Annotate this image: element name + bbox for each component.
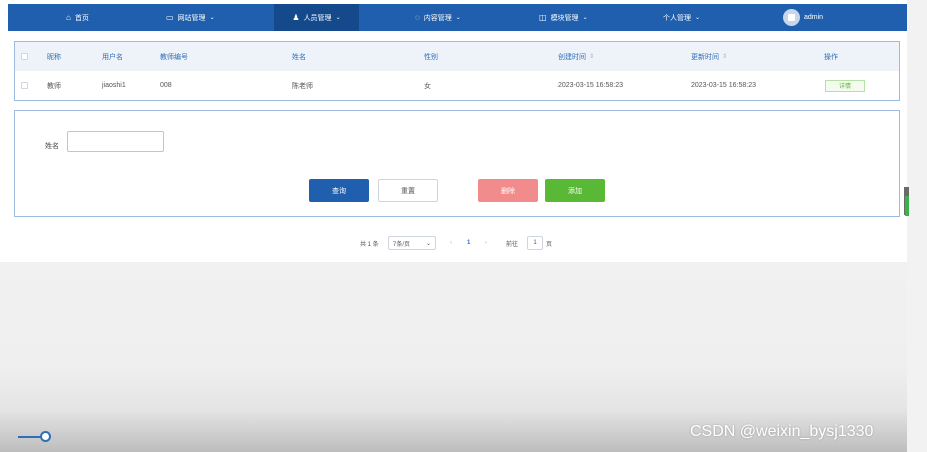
row-checkbox[interactable] — [21, 71, 28, 100]
column-header: 昵称 — [47, 53, 61, 61]
nav-item-label: 模块管理 — [550, 14, 579, 22]
slider-handle[interactable] — [40, 431, 51, 442]
nav-item-label: 人员管理 — [303, 14, 332, 22]
column-header: 姓名 — [292, 53, 306, 61]
sort-icon: ⇕ — [722, 54, 728, 60]
scroll-indicator — [905, 196, 909, 216]
avatar-image-icon — [788, 14, 795, 21]
cell-username: jiaoshi1 — [102, 82, 126, 89]
nav-item-website[interactable]: ▭ 网站管理 ⌄ — [166, 4, 215, 31]
nav-item-content[interactable]: ◌ 内容管理 ⌄ — [415, 4, 461, 31]
page-number-current[interactable]: 1 — [467, 236, 470, 250]
user-icon: ♟ — [292, 13, 300, 22]
column-header-sortable[interactable]: 更新时间 ⇕ — [691, 42, 727, 71]
goto-label: 前往 — [506, 241, 519, 248]
table-header: 昵称 用户名 教师编号 姓名 性别 创建时间 ⇕ 更新时间 ⇕ 操作 — [15, 42, 899, 71]
name-field-label: 姓名 — [45, 143, 59, 150]
monitor-icon: ▭ — [166, 13, 174, 22]
checkbox-icon — [21, 53, 28, 60]
cell-created: 2023-03-15 16:58:23 — [558, 82, 623, 89]
cell-nickname: 教师 — [47, 82, 61, 90]
next-page-button[interactable]: › — [485, 236, 487, 250]
reset-button[interactable]: 重置 — [378, 179, 438, 202]
search-form: 姓名 查询 重置 删除 添加 — [14, 110, 900, 217]
chevron-down-icon: ⌄ — [335, 15, 341, 21]
checkbox-icon — [21, 82, 28, 89]
watermark: CSDN @weixin_bysj1330 — [690, 423, 874, 440]
chevron-down-icon: ⌄ — [455, 15, 461, 21]
nav-item-personnel[interactable]: ♟ 人员管理 ⌄ — [274, 4, 359, 31]
select-all-checkbox[interactable] — [21, 42, 28, 71]
sort-icon: ⇕ — [589, 54, 595, 60]
column-header: 教师编号 — [160, 53, 188, 61]
add-button[interactable]: 添加 — [545, 179, 605, 202]
nav-item-label: 首页 — [74, 14, 89, 22]
chevron-down-icon: ⌄ — [695, 15, 701, 21]
top-nav-bar: ⌂ 首页 ▭ 网站管理 ⌄ ♟ 人员管理 ⌄ ◌ 内容管理 ⌄ ◫ 模块管理 ⌄… — [8, 4, 908, 31]
nav-item-personal[interactable]: 个人管理 ⌄ — [663, 4, 700, 31]
avatar — [783, 9, 800, 26]
delete-button[interactable]: 删除 — [478, 179, 538, 202]
pagination-total: 共 1 条 — [360, 241, 379, 248]
column-header: 性别 — [424, 53, 438, 61]
name-search-input[interactable] — [67, 131, 164, 152]
chevron-down-icon: ⌄ — [209, 15, 215, 21]
scrollbar-track[interactable] — [907, 0, 927, 452]
table-row: 教师 jiaoshi1 008 陈老师 女 2023-03-15 16:58:2… — [15, 71, 899, 100]
column-header-label: 创建时间 — [558, 53, 586, 61]
page-size-value: 7条/页 — [393, 241, 411, 248]
nav-item-label: 内容管理 — [423, 14, 452, 22]
nav-item-label: 个人管理 — [663, 14, 691, 22]
user-table: 昵称 用户名 教师编号 姓名 性别 创建时间 ⇕ 更新时间 ⇕ 操作 教师 ji… — [14, 41, 900, 101]
detail-button[interactable]: 详情 — [825, 79, 865, 92]
column-header: 操作 — [824, 53, 838, 61]
prev-page-button[interactable]: ‹ — [450, 236, 452, 250]
column-header: 用户名 — [102, 53, 123, 61]
nav-item-home[interactable]: ⌂ 首页 — [66, 4, 89, 31]
column-header-label: 更新时间 — [691, 53, 719, 61]
nav-item-module[interactable]: ◫ 模块管理 ⌄ — [539, 4, 588, 31]
search-button[interactable]: 查询 — [309, 179, 369, 202]
username-label: admin — [804, 14, 824, 21]
column-header-sortable[interactable]: 创建时间 ⇕ — [558, 42, 594, 71]
page-size-select[interactable]: 7条/页 ⌄ — [388, 236, 436, 250]
cell-updated: 2023-03-15 16:58:23 — [691, 82, 756, 89]
module-icon: ◫ — [539, 13, 547, 22]
cell-name: 陈老师 — [292, 82, 313, 90]
home-icon: ⌂ — [66, 13, 71, 22]
goto-page-input[interactable]: 1 — [527, 236, 543, 250]
chevron-down-icon: ⌄ — [582, 15, 588, 21]
cell-gender: 女 — [424, 82, 431, 90]
chat-icon: ◌ — [415, 13, 420, 22]
chevron-down-icon: ⌄ — [425, 240, 431, 247]
cell-teacher-no: 008 — [160, 82, 172, 89]
page-unit-label: 页 — [546, 241, 553, 248]
nav-item-label: 网站管理 — [177, 14, 206, 22]
user-menu[interactable]: admin — [783, 4, 823, 31]
